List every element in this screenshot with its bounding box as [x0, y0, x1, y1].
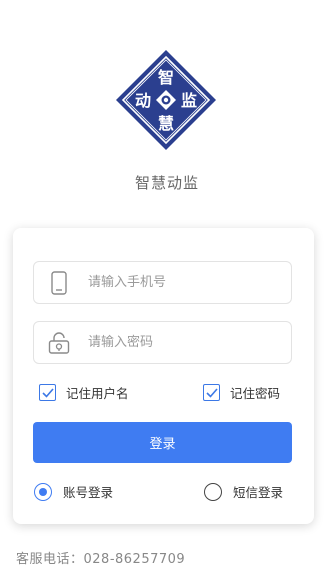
- phone-field[interactable]: [33, 261, 292, 304]
- sms-login-label: 短信登录: [233, 485, 284, 500]
- logo-char-left: 动: [135, 91, 151, 110]
- account-login-label: 账号登录: [63, 485, 114, 500]
- radio-unselected-icon: [204, 482, 222, 501]
- phone-input[interactable]: [86, 274, 280, 291]
- password-input[interactable]: [86, 334, 280, 351]
- login-button[interactable]: 登录: [33, 422, 292, 463]
- logo-char-top: 智: [158, 68, 174, 87]
- remember-password-checkbox[interactable]: 记住密码: [203, 383, 280, 402]
- sms-login-radio[interactable]: 短信登录: [204, 482, 283, 501]
- password-field[interactable]: [33, 321, 292, 364]
- lock-icon: [46, 330, 72, 356]
- logo-char-bottom: 慧: [158, 114, 174, 133]
- customer-service-phone: 客服电话：028-86257709: [16, 552, 186, 567]
- remember-username-label: 记住用户名: [66, 386, 129, 401]
- radio-selected-icon: [34, 482, 52, 501]
- remember-username-checkbox[interactable]: 记住用户名: [39, 383, 129, 402]
- login-card: 记住用户名 记住密码 登录 账号登录 短信登录: [13, 228, 314, 524]
- checkbox-checked-icon: [203, 384, 220, 401]
- checkbox-checked-icon: [39, 384, 56, 401]
- logo-char-right: 监: [181, 91, 197, 110]
- phone-icon: [46, 270, 72, 296]
- account-login-radio[interactable]: 账号登录: [34, 482, 113, 501]
- remember-password-label: 记住密码: [230, 386, 281, 401]
- app-logo: 智 监 慧 动: [116, 50, 216, 150]
- app-name: 智慧动监: [134, 174, 199, 192]
